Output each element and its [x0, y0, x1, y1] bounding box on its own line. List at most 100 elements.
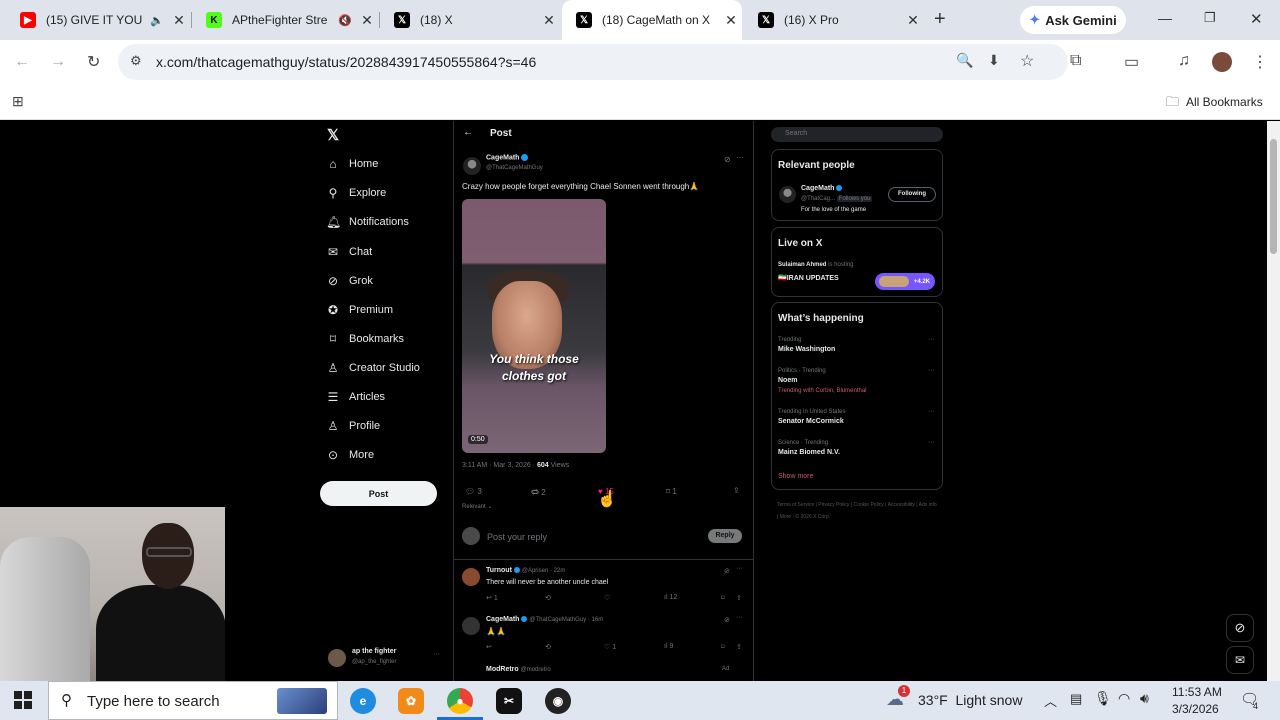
page-scrollbar[interactable]: [1267, 121, 1280, 681]
more-options-icon[interactable]: ···: [736, 565, 743, 572]
device-icon[interactable]: ▤: [1070, 691, 1082, 707]
author-avatar[interactable]: [463, 157, 481, 175]
close-icon[interactable]: ✕: [720, 12, 742, 29]
relevant-avatar[interactable]: [779, 186, 796, 203]
tab-cagemath[interactable]: 𝕏 (18) CageMath on X ✕: [562, 0, 742, 40]
post-video[interactable]: You think those clothes got 0:50: [462, 199, 606, 453]
repost-icon[interactable]: ⟲: [545, 594, 551, 602]
nav-home[interactable]: ⌂ Home: [326, 153, 378, 175]
share-icon[interactable]: ⇪: [736, 594, 742, 602]
new-tab-button[interactable]: +: [934, 8, 946, 31]
post-button[interactable]: Post: [320, 481, 437, 506]
clock-time[interactable]: 11:53 AM: [1172, 685, 1222, 699]
reply-input[interactable]: Post your reply: [487, 532, 547, 542]
nav-profile[interactable]: ♙ Profile: [326, 415, 381, 437]
trend-name[interactable]: Mike Washington: [778, 346, 835, 353]
relevant-name[interactable]: CageMath: [801, 185, 843, 192]
nav-articles[interactable]: ☰ Articles: [326, 386, 385, 408]
views-action[interactable]: ıl 12: [664, 594, 677, 601]
speaker-icon[interactable]: 🔈: [146, 14, 168, 27]
show-more-link[interactable]: Show more: [778, 473, 813, 480]
windows-start-icon[interactable]: [14, 691, 32, 709]
grok-icon[interactable]: ⊘: [724, 616, 730, 624]
close-icon[interactable]: ✕: [538, 12, 560, 29]
trend-name[interactable]: Senator McCormick: [778, 418, 844, 425]
close-icon[interactable]: ✕: [902, 12, 924, 29]
grok-icon[interactable]: ⊘: [724, 567, 730, 575]
close-icon[interactable]: ✕: [168, 12, 190, 29]
trend-name[interactable]: Mainz Biomed N.V.: [778, 449, 840, 456]
fl-studio-icon[interactable]: ✿: [398, 688, 424, 714]
bookmark-icon[interactable]: ⌑: [721, 594, 725, 602]
bookmark-icon[interactable]: ⌑: [721, 643, 725, 651]
tab-search-icon[interactable]: ▭: [1124, 52, 1139, 72]
tab-kick[interactable]: K APtheFighter Stre 🔇 ✕: [192, 0, 378, 40]
x-logo-icon[interactable]: 𝕏: [327, 126, 339, 144]
trend-more-icon[interactable]: ···: [928, 367, 935, 374]
grok-float-icon[interactable]: ⊘: [1226, 614, 1254, 642]
install-icon[interactable]: ⬇: [988, 52, 1000, 69]
zoom-icon[interactable]: 🔍: [956, 52, 973, 69]
search-input[interactable]: Search: [771, 127, 943, 142]
taskbar-search[interactable]: ⚲ Type here to search: [48, 681, 338, 720]
nav-bookmarks[interactable]: ⌑ Bookmarks: [326, 328, 404, 350]
profile-avatar[interactable]: [1212, 52, 1232, 72]
edge-icon[interactable]: e: [350, 688, 376, 714]
tab-x-pro[interactable]: 𝕏 (16) X Pro ✕: [744, 0, 924, 40]
nav-grok[interactable]: ⊘ Grok: [326, 270, 373, 292]
account-more-icon[interactable]: ···: [433, 651, 440, 658]
trend-more-icon[interactable]: ···: [928, 336, 935, 343]
back-icon[interactable]: ←: [14, 53, 30, 71]
nav-explore[interactable]: ⚲ Explore: [326, 182, 387, 204]
live-topic[interactable]: 🇮🇷IRAN UPDATES: [778, 274, 839, 282]
restore-button[interactable]: ❐: [1204, 10, 1216, 26]
messages-float-icon[interactable]: ✉: [1226, 646, 1254, 674]
tab-youtube[interactable]: ▶ (15) GIVE IT YOU 🔈 ✕: [6, 0, 190, 40]
close-window-button[interactable]: ✕: [1250, 10, 1263, 28]
grok-icon[interactable]: ⊘: [724, 155, 731, 164]
tab-x-home[interactable]: 𝕏 (18) X ✕: [380, 0, 560, 40]
like-action[interactable]: ♡ 1: [604, 643, 616, 651]
reply-avatar[interactable]: [462, 617, 480, 635]
nav-premium[interactable]: ✪ Premium: [326, 299, 393, 321]
account-avatar[interactable]: [328, 649, 346, 667]
tray-chevron-icon[interactable]: ︿: [1044, 691, 1057, 710]
nav-notifications[interactable]: 🔔︎ Notifications: [326, 211, 409, 233]
menu-icon[interactable]: ⋮: [1252, 52, 1268, 72]
live-host[interactable]: Sulaiman Ahmed is hosting: [778, 262, 854, 268]
bookmark-action[interactable]: ⌑ 1: [666, 487, 677, 496]
star-icon[interactable]: ☆: [1020, 51, 1034, 71]
all-bookmarks-link[interactable]: All Bookmarks: [1186, 95, 1263, 109]
views-action[interactable]: ıl 9: [664, 643, 673, 650]
close-icon[interactable]: ✕: [356, 12, 378, 29]
reply-button[interactable]: Reply: [708, 529, 742, 543]
heart-icon[interactable]: ♡: [604, 594, 610, 602]
chrome-icon[interactable]: ●: [447, 688, 473, 714]
sort-dropdown[interactable]: Relevant ⌄: [462, 503, 492, 510]
minimize-button[interactable]: —: [1158, 10, 1172, 26]
address-bar[interactable]: ⚙ x.com/thatcagemathguy/status/202884391…: [118, 44, 1068, 80]
trend-name[interactable]: Noem: [778, 377, 797, 384]
media-icon[interactable]: ♫: [1178, 52, 1190, 70]
apps-icon[interactable]: ⊞: [12, 93, 24, 110]
gemini-button[interactable]: ✦ Ask Gemini: [1020, 6, 1126, 34]
repost-action[interactable]: 🔁︎ 2: [531, 487, 546, 499]
microphone-icon[interactable]: 🎙︎: [1094, 690, 1112, 707]
live-listeners[interactable]: +4.2K: [875, 273, 935, 290]
reload-icon[interactable]: ↻: [87, 52, 100, 72]
site-info-icon[interactable]: ⚙: [130, 53, 142, 69]
obs-icon[interactable]: ◉: [545, 688, 571, 714]
wifi-icon[interactable]: ◠: [1118, 690, 1130, 707]
share-icon[interactable]: ⇪: [733, 486, 740, 495]
reply-author[interactable]: ModRetro @modretro: [486, 666, 551, 673]
weather-text[interactable]: 33°F Light snow: [918, 692, 1022, 708]
scroll-thumb[interactable]: [1270, 139, 1277, 254]
more-options-icon[interactable]: ···: [736, 153, 744, 162]
reply-action[interactable]: ↩ 1: [486, 594, 498, 602]
reply-author[interactable]: Turnout @Aprisen · 22m: [486, 567, 565, 574]
volume-icon[interactable]: 🔊︎: [1140, 690, 1149, 707]
author-name[interactable]: CageMath: [486, 154, 529, 161]
reply-author[interactable]: CageMath @ThatCageMathGuy · 16m: [486, 616, 603, 623]
capcut-icon[interactable]: ✂: [496, 688, 522, 714]
nav-more[interactable]: ⊙ More: [326, 444, 374, 466]
